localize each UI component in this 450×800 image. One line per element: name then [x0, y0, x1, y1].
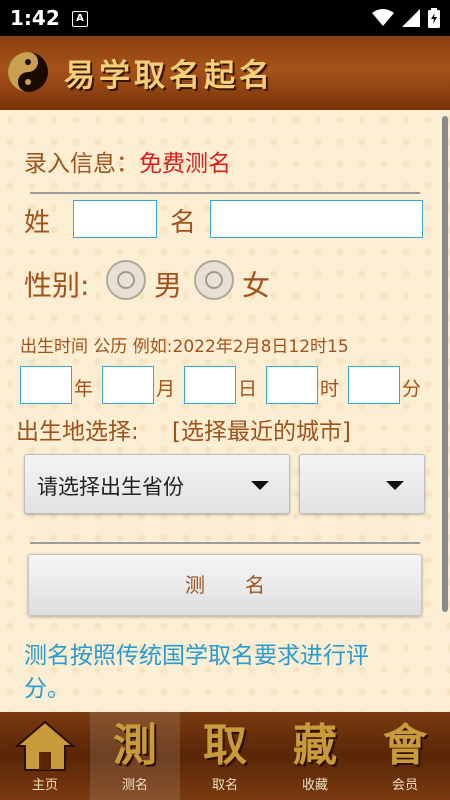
nav-item-test-name[interactable]: 測 测名	[90, 712, 180, 800]
minute-unit: 分	[402, 378, 422, 400]
city-select[interactable]	[299, 454, 425, 514]
nav-item-naming[interactable]: 取 取名	[180, 712, 270, 800]
main-content: 录入信息：免费测名 姓 名 性别: 男 女 出生时间 公历 例如:2022年2月…	[0, 110, 450, 712]
month-unit: 月	[156, 378, 176, 400]
info-header: 录入信息：免费测名	[24, 144, 231, 178]
chevron-down-icon	[251, 481, 269, 490]
surname-label: 姓	[24, 208, 51, 238]
birth-month-input[interactable]	[102, 366, 154, 404]
province-select-text: 请选择出生省份	[37, 475, 184, 499]
home-icon	[15, 720, 75, 771]
nav-item-favorites[interactable]: 藏 收藏	[270, 712, 360, 800]
divider-top	[30, 192, 420, 194]
wifi-icon	[372, 9, 394, 26]
submit-test-name-button[interactable]: 测名	[28, 554, 422, 616]
chevron-down-icon	[386, 481, 404, 490]
nav-label-naming: 取名	[211, 778, 238, 793]
scrollbar[interactable]	[442, 116, 448, 612]
hour-unit: 时	[320, 378, 340, 400]
bottom-nav: 主页 測 测名 取 取名 藏 收藏 會 会员	[0, 712, 450, 800]
signal-icon	[402, 9, 420, 27]
nav-item-home[interactable]: 主页	[0, 712, 90, 800]
battery-icon	[428, 8, 440, 28]
status-time: 1:42	[10, 6, 60, 30]
app-title: 易学取名起名	[64, 58, 274, 94]
day-unit: 日	[238, 378, 258, 400]
nav-item-member[interactable]: 會 会员	[360, 712, 450, 800]
male-radio[interactable]	[106, 260, 146, 300]
nav-glyph-test: 測	[113, 720, 157, 771]
birth-minute-input[interactable]	[348, 366, 400, 404]
year-unit: 年	[74, 378, 94, 400]
nearest-city-link[interactable]: [选择最近的城市]	[172, 412, 351, 446]
male-label: 男	[154, 269, 183, 302]
info-label: 录入信息：	[24, 151, 139, 177]
status-bar: 1:42 A	[0, 0, 450, 36]
surname-input[interactable]	[73, 200, 157, 238]
nav-glyph-naming: 取	[203, 720, 247, 771]
yin-yang-logo-icon	[8, 52, 48, 92]
divider-bottom	[30, 542, 420, 544]
nav-glyph-favorites: 藏	[293, 720, 337, 771]
nav-glyph-member: 會	[383, 720, 427, 771]
female-label: 女	[242, 269, 271, 302]
nav-label-test: 测名	[121, 778, 148, 793]
given-name-label: 名	[170, 208, 197, 238]
notification-a-icon: A	[72, 11, 88, 27]
birthplace-label: 出生地选择:	[16, 419, 139, 445]
female-radio[interactable]	[194, 260, 234, 300]
birth-time-hint: 出生时间 公历 例如:2022年2月8日12时15	[20, 337, 349, 357]
birth-hour-input[interactable]	[266, 366, 318, 404]
nav-label-favorites: 收藏	[301, 778, 328, 793]
birth-year-input[interactable]	[20, 366, 72, 404]
province-select[interactable]: 请选择出生省份	[24, 454, 290, 514]
birth-day-input[interactable]	[184, 366, 236, 404]
given-name-input[interactable]	[210, 200, 423, 238]
gender-label: 性别:	[24, 269, 90, 302]
status-icons	[372, 8, 440, 28]
nav-label-home: 主页	[31, 778, 58, 793]
scoring-note: 测名按照传统国学取名要求进行评分。	[24, 643, 369, 702]
nav-label-member: 会员	[391, 778, 418, 793]
info-value: 免费测名	[139, 151, 231, 177]
app-header: 易学取名起名	[0, 36, 450, 110]
